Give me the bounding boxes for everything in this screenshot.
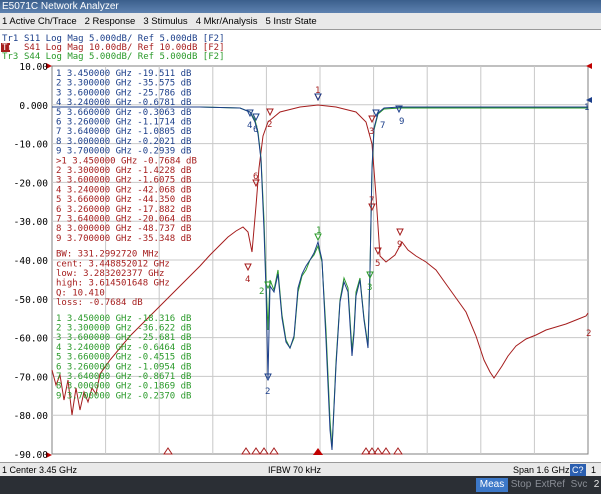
- marker-row-tr3: 4 3.240000 GHz -0.6464 dB: [56, 343, 191, 353]
- bandwidth-stat: high: 3.614501648 GHz: [56, 279, 170, 289]
- stimulus-marker: [241, 447, 251, 455]
- trace1-end-label: 1: [584, 103, 589, 113]
- marker-row-tr3: 1 3.450000 GHz -18.316 dB: [56, 314, 191, 324]
- marker-row-tr2: 5 3.660000 GHz -44.350 dB: [56, 195, 191, 205]
- marker-row-tr3: 5 3.660000 GHz -0.4515 dB: [56, 353, 191, 363]
- bandwidth-stat: Q: 10.410: [56, 288, 105, 298]
- y-tick-label: -20.00: [14, 178, 49, 189]
- marker-number: 9: [397, 240, 402, 250]
- y-tick-label: -40.00: [14, 256, 49, 267]
- marker-row-tr1: 4 3.240000 GHz -0.6781 dB: [56, 98, 191, 108]
- marker-number: 3: [369, 127, 374, 137]
- menu-bar: 1 Active Ch/Trace 2 Response 3 Stimulus …: [0, 13, 601, 30]
- trace2-end-label: 2: [586, 329, 591, 339]
- marker-row-tr2: 6 3.260000 GHz -17.882 dB: [56, 205, 191, 215]
- correction-badge: C?: [570, 464, 586, 476]
- marker-readout: 1 3.450000 GHz -19.511 dB 2 3.300000 GHz…: [56, 69, 197, 401]
- y-tick-label: -50.00: [14, 295, 49, 306]
- active-marker-indicator[interactable]: [313, 448, 323, 455]
- trace3-label[interactable]: Tr3: [2, 52, 18, 62]
- y-tick-label: 10.00: [19, 62, 48, 73]
- y-tick-label: -90.00: [14, 450, 49, 461]
- menu-mkr-analysis[interactable]: 4 Mkr/Analysis: [192, 13, 262, 29]
- marker-row-tr2: >1 3.450000 GHz -0.7684 dB: [56, 156, 197, 166]
- y-tick-label: 0.000: [19, 101, 48, 112]
- marker-row-tr1: 6 3.260000 GHz -1.1714 dB: [56, 118, 191, 128]
- instrument-status-bar: Meas Stop ExtRef Svc 2: [0, 476, 601, 494]
- marker-number: 6: [253, 172, 258, 182]
- marker-number: 6: [253, 125, 258, 135]
- marker-row-tr2: 3 3.600000 GHz -1.6075 dB: [56, 176, 191, 186]
- marker-row-tr3: 6 3.260000 GHz -1.0954 dB: [56, 362, 191, 372]
- marker-row-tr3: 3 3.600000 GHz -25.681 dB: [56, 333, 191, 343]
- y-tick-label: -10.00: [14, 140, 49, 151]
- marker-row-tr1: 2 3.300000 GHz -35.575 dB: [56, 79, 191, 89]
- marker-number: 4: [245, 275, 250, 285]
- network-analyzer-window: E5071C Network Analyzer 1 Active Ch/Trac…: [0, 0, 601, 494]
- extref-button[interactable]: ExtRef: [534, 478, 566, 492]
- bandwidth-stat: cent: 3.448852012 GHz: [56, 259, 170, 269]
- marker-row-tr1: 1 3.450000 GHz -19.511 dB: [56, 69, 191, 79]
- marker-row-tr2: 7 3.640000 GHz -20.064 dB: [56, 215, 191, 225]
- menu-response[interactable]: 2 Response: [81, 13, 140, 29]
- marker-triangle: [266, 108, 274, 117]
- y-tick-label: -60.00: [14, 334, 49, 345]
- marker-number: 9: [399, 117, 404, 127]
- bandwidth-stat: low: 3.283202377 GHz: [56, 269, 164, 279]
- page-button[interactable]: 2: [592, 478, 601, 492]
- marker-number: 4: [247, 121, 252, 131]
- marker-row-tr1: 3 3.600000 GHz -25.786 dB: [56, 88, 191, 98]
- marker-row-tr2: 9 3.700000 GHz -35.348 dB: [56, 234, 191, 244]
- menu-stimulus[interactable]: 3 Stimulus: [139, 13, 191, 29]
- bandwidth-stat: BW: 331.2992720 MHz: [56, 250, 159, 260]
- marker-number: 7: [369, 196, 374, 206]
- stop-button[interactable]: Stop: [509, 478, 533, 492]
- marker-row-tr2: 2 3.300000 GHz -1.4228 dB: [56, 166, 191, 176]
- marker-number: 3: [367, 283, 372, 293]
- meas-button[interactable]: Meas: [476, 478, 508, 492]
- plot-area[interactable]: 123456794 6 7 9212 3 Tr1 S11 Log Mag 5.000dB…: [0, 30, 601, 462]
- marker-row-tr3: 2 3.300000 GHz -36.622 dB: [56, 324, 191, 334]
- menu-active-ch-trace[interactable]: 1 Active Ch/Trace: [0, 13, 81, 29]
- marker-number: 1: [316, 226, 321, 236]
- svc-button[interactable]: Svc: [567, 478, 591, 492]
- y-tick-label: -30.00: [14, 217, 49, 228]
- marker-row-tr1: 5 3.660000 GHz -0.3063 dB: [56, 108, 191, 118]
- stimulus-marker: [373, 447, 383, 455]
- bandwidth-stat: loss: -0.7684 dB: [56, 298, 143, 308]
- marker-row-tr3: 8 3.000000 GHz -0.1869 dB: [56, 382, 191, 392]
- stimulus-marker: [381, 447, 391, 455]
- y-axis-labels: 10.00 0.000 -10.00 -20.00 -30.00 -40.00 -50.00…: [14, 62, 49, 461]
- span-frequency[interactable]: Span 1.6 GHz: [513, 463, 570, 477]
- marker-row-tr3: 9 3.700000 GHz -0.2370 dB: [56, 391, 191, 401]
- stimulus-marker: [269, 447, 279, 455]
- marker-number: 2: [265, 387, 270, 397]
- marker-number: 2: [267, 120, 272, 130]
- channel-number: 1: [591, 465, 597, 475]
- trace-header: Tr1 S11 Log Mag 5.000dB/ Ref 5.000dB [F2…: [1, 34, 224, 62]
- marker-row-tr2: 4 3.240000 GHz -42.068 dB: [56, 185, 191, 195]
- if-bandwidth[interactable]: IFBW 70 kHz: [268, 463, 321, 477]
- y-tick-label: -80.00: [14, 411, 49, 422]
- marker-triangle: [396, 228, 404, 237]
- center-frequency[interactable]: 1 Center 3.45 GHz: [2, 463, 77, 477]
- ref-level-right-arrow[interactable]: [586, 63, 592, 69]
- y-tick-label: -70.00: [14, 372, 49, 383]
- marker-row-tr2: 8 3.000000 GHz -48.737 dB: [56, 224, 191, 234]
- marker-number: 2: [259, 287, 264, 297]
- marker-row-tr1: 9 3.700000 GHz -0.2939 dB: [56, 147, 191, 157]
- marker-row-tr3: 7 3.640000 GHz -0.8671 dB: [56, 372, 191, 382]
- status-bar: 1 Center 3.45 GHz IFBW 70 kHz Span 1.6 G…: [0, 462, 601, 476]
- stimulus-marker: [251, 447, 261, 455]
- marker-number: 7: [380, 121, 385, 131]
- window-title: E5071C Network Analyzer: [0, 0, 601, 13]
- marker-triangle: [244, 263, 252, 272]
- marker-number: 5: [375, 259, 380, 269]
- menu-instr-state[interactable]: 5 Instr State: [261, 13, 320, 29]
- trace3-settings: S44 Log Mag 5.000dB/ Ref 5.000dB [F2]: [24, 52, 224, 62]
- stimulus-marker: [393, 447, 403, 455]
- marker-row-tr1: 8 3.000000 GHz -0.2021 dB: [56, 137, 191, 147]
- stimulus-marker: [163, 447, 173, 455]
- marker-row-tr1: 7 3.640000 GHz -1.0805 dB: [56, 127, 191, 137]
